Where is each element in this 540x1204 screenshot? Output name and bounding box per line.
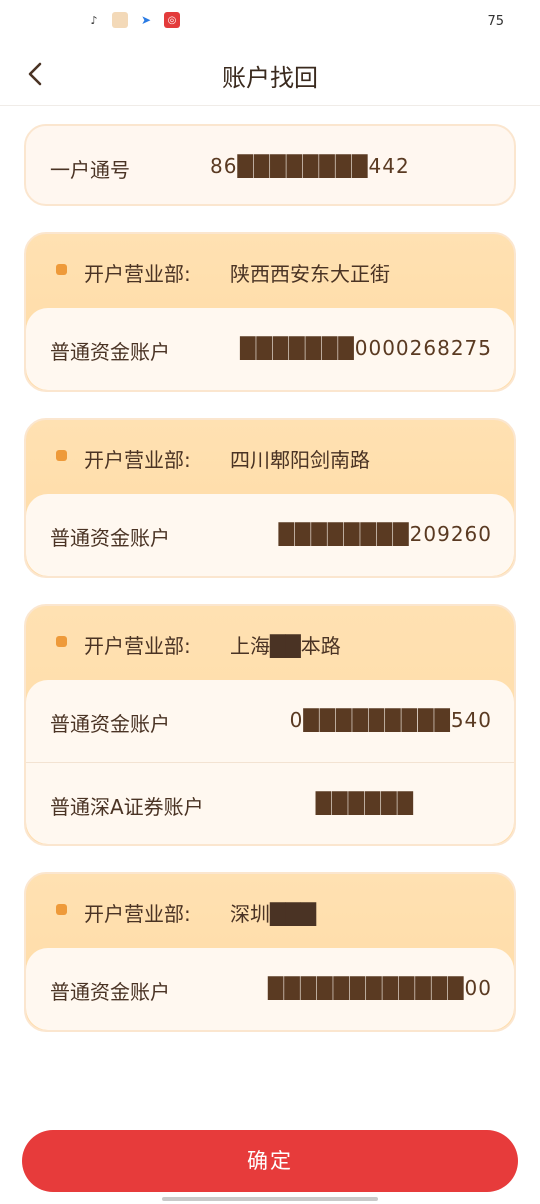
branch-label: 开户营业部: bbox=[84, 902, 191, 926]
status-bar: ♪ ➤ ◎ 75 bbox=[0, 0, 540, 44]
branch-dot-icon bbox=[56, 904, 67, 915]
account-row[interactable]: 普通资金账户 ████████████00 bbox=[26, 948, 514, 1030]
account-type: 普通资金账户 bbox=[50, 980, 170, 1004]
confirm-button[interactable]: 确定 bbox=[22, 1130, 518, 1192]
account-row[interactable]: 普通深A证券账户 ██████ bbox=[26, 762, 514, 844]
home-indicator bbox=[162, 1197, 378, 1201]
header: 账户找回 bbox=[0, 44, 540, 106]
branch-dot-icon bbox=[56, 450, 67, 461]
branch-label: 开户营业部: bbox=[84, 262, 191, 286]
tiktok-icon: ♪ bbox=[90, 13, 98, 27]
branch-card[interactable]: 开户营业部: 陕西西安东大正街 普通资金账户 ███████0000268275 bbox=[24, 232, 516, 392]
branch-dot-icon bbox=[56, 636, 67, 647]
app-icon bbox=[112, 12, 128, 28]
account-id-value: 86████████442 bbox=[210, 154, 410, 178]
account-list: 普通资金账户 ████████209260 bbox=[26, 494, 514, 576]
account-number: ███████0000268275 bbox=[240, 336, 492, 360]
branch-name: 四川郫阳剑南路 bbox=[230, 448, 370, 472]
branch-label: 开户营业部: bbox=[84, 634, 191, 658]
branch-header: 开户营业部: 四川郫阳剑南路 bbox=[26, 420, 514, 494]
account-number: ████████████00 bbox=[267, 976, 492, 1000]
account-type: 普通资金账户 bbox=[50, 340, 170, 364]
branch-name: 陕西西安东大正街 bbox=[230, 262, 390, 286]
account-number: ██████ bbox=[315, 791, 414, 815]
account-row[interactable]: 普通资金账户 ████████209260 bbox=[26, 494, 514, 576]
account-id-card: 一户通号 86████████442 bbox=[24, 124, 516, 206]
account-list: 普通资金账户 0█████████540 普通深A证券账户 ██████ bbox=[26, 680, 514, 844]
netease-icon: ◎ bbox=[164, 12, 180, 28]
branch-card[interactable]: 开户营业部: 上海██本路 普通资金账户 0█████████540 普通深A证… bbox=[24, 604, 516, 846]
branch-dot-icon bbox=[56, 264, 67, 275]
branch-card[interactable]: 开户营业部: 深圳███ 普通资金账户 ████████████00 bbox=[24, 872, 516, 1032]
account-number: ████████209260 bbox=[278, 522, 492, 546]
account-id-label: 一户通号 bbox=[50, 158, 130, 182]
page-title: 账户找回 bbox=[222, 64, 318, 92]
account-type: 普通深A证券账户 bbox=[50, 795, 204, 819]
branch-header: 开户营业部: 深圳███ bbox=[26, 874, 514, 948]
account-list: 普通资金账户 ███████0000268275 bbox=[26, 308, 514, 390]
account-type: 普通资金账户 bbox=[50, 526, 170, 550]
status-icons: ♪ ➤ ◎ bbox=[86, 12, 180, 28]
status-number: 75 bbox=[487, 14, 504, 29]
account-row[interactable]: 普通资金账户 0█████████540 bbox=[26, 680, 514, 762]
account-list: 普通资金账户 ████████████00 bbox=[26, 948, 514, 1030]
branch-name: 深圳███ bbox=[230, 902, 317, 926]
branch-header: 开户营业部: 上海██本路 bbox=[26, 606, 514, 680]
branch-header: 开户营业部: 陕西西安东大正街 bbox=[26, 234, 514, 308]
branch-card[interactable]: 开户营业部: 四川郫阳剑南路 普通资金账户 ████████209260 bbox=[24, 418, 516, 578]
account-type: 普通资金账户 bbox=[50, 712, 170, 736]
account-number: 0█████████540 bbox=[289, 708, 492, 732]
branch-name: 上海██本路 bbox=[230, 634, 341, 658]
branch-label: 开户营业部: bbox=[84, 448, 191, 472]
send-icon: ➤ bbox=[140, 13, 152, 27]
account-row[interactable]: 普通资金账户 ███████0000268275 bbox=[26, 308, 514, 390]
